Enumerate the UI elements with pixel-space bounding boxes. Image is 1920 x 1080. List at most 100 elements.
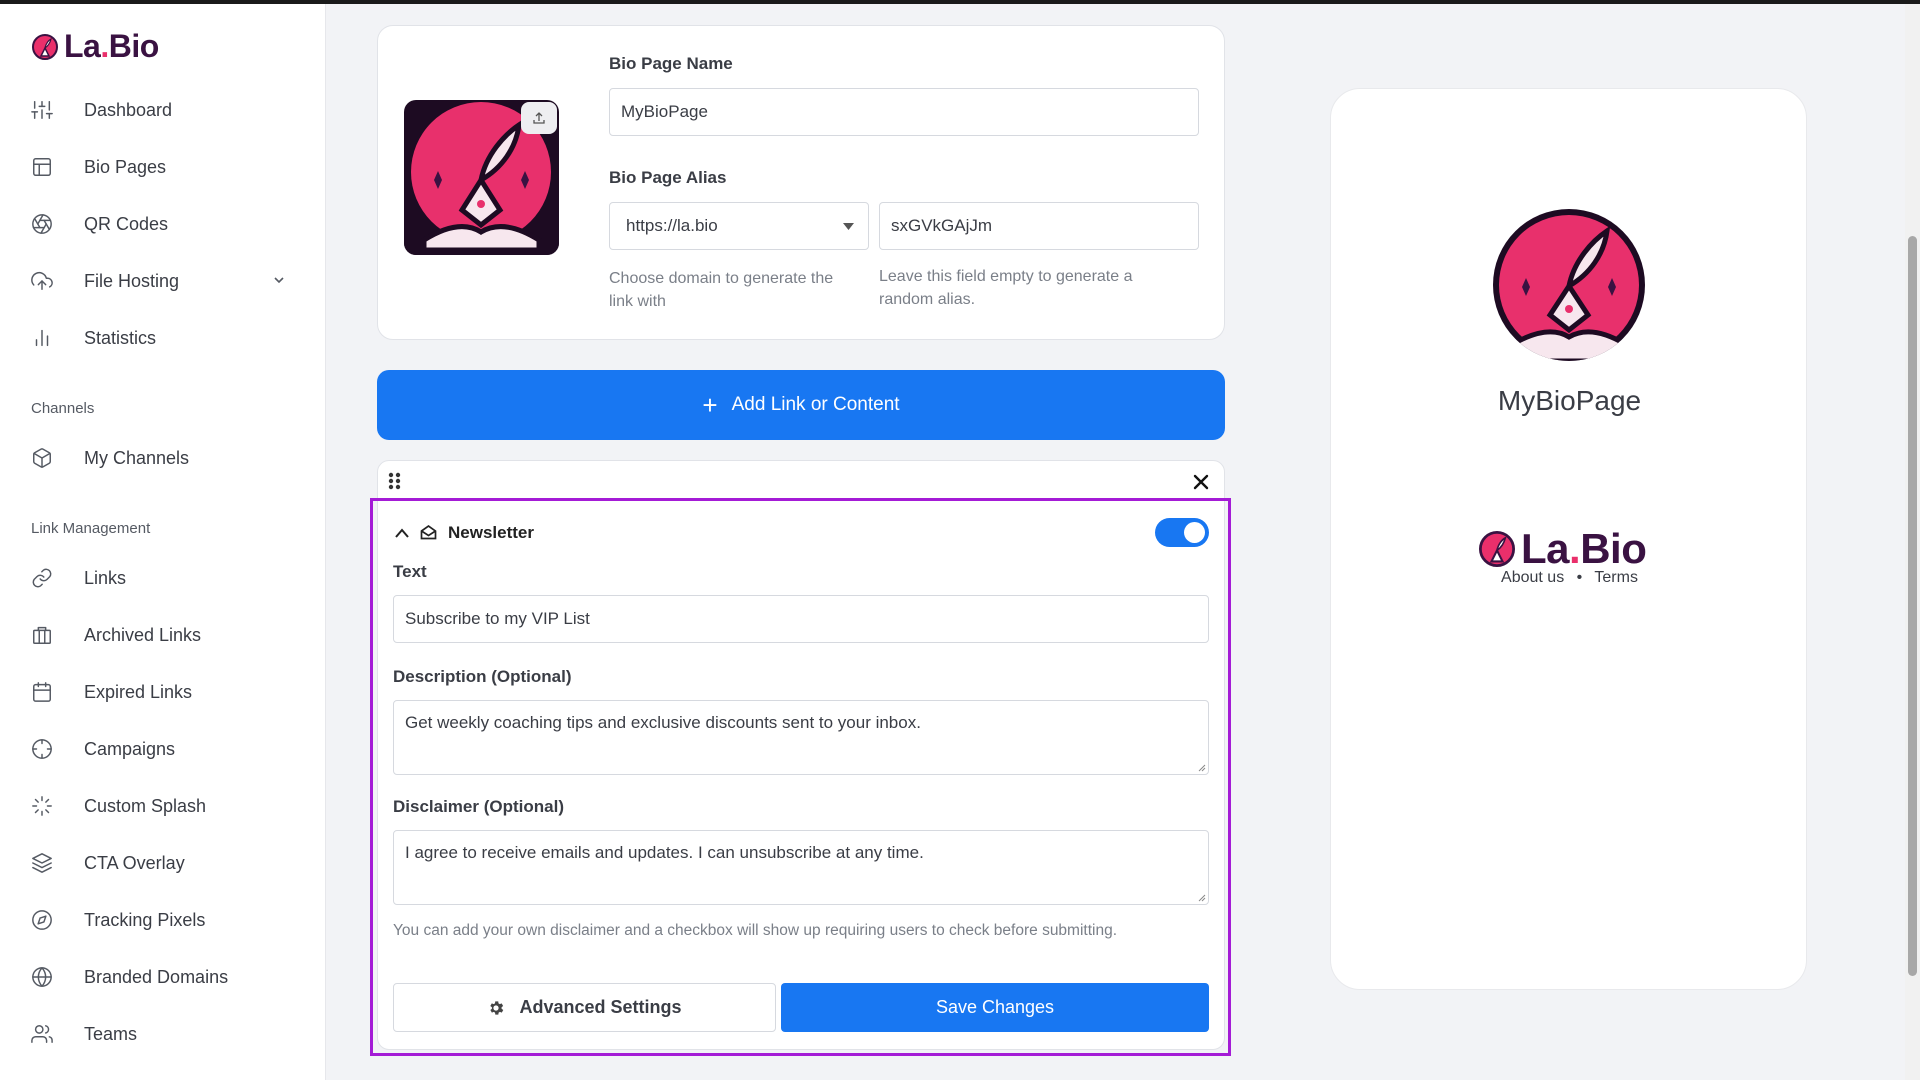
sidebar-item-label: Campaigns xyxy=(84,738,176,759)
advanced-settings-button[interactable]: Advanced Settings xyxy=(393,983,776,1032)
sidebar-item-label: My Channels xyxy=(84,447,190,468)
block-enable-toggle[interactable] xyxy=(1155,518,1209,547)
preview-avatar xyxy=(1493,209,1645,361)
sidebar-item-archived-links[interactable]: Archived Links xyxy=(30,615,300,655)
preview-avatar-image xyxy=(1499,215,1639,361)
labio-logo-icon xyxy=(32,33,58,60)
description-value: Get weekly coaching tips and exclusive d… xyxy=(405,713,921,732)
layers-icon xyxy=(30,851,54,875)
sidebar-item-statistics[interactable]: Statistics xyxy=(30,318,300,358)
sidebar-item-label: Branded Domains xyxy=(84,966,229,987)
sidebar-item-label: Expired Links xyxy=(84,681,193,702)
channels-heading: Channels xyxy=(31,400,95,417)
preview-brand-name: La.Bio xyxy=(1521,525,1647,572)
domain-hint: Choose domain to generate the link with xyxy=(609,270,834,310)
sidebar-item-label: Teams xyxy=(84,1023,138,1044)
drag-handle-icon[interactable] xyxy=(388,472,402,490)
alias-value: sxGVkGAjJm xyxy=(891,216,993,235)
plus-icon: + xyxy=(702,389,718,420)
disclaimer-textarea[interactable]: I agree to receive emails and updates. I… xyxy=(393,830,1209,905)
description-label: Description (Optional) xyxy=(393,667,572,686)
add-link-label: Add Link or Content xyxy=(731,394,900,415)
link-management-heading: Link Management xyxy=(31,520,151,537)
brand-logo[interactable]: La.Bio xyxy=(32,28,159,65)
disclaimer-label: Disclaimer (Optional) xyxy=(393,797,564,816)
sidebar-item-qr-codes[interactable]: QR Codes xyxy=(30,204,300,244)
users-icon xyxy=(30,1022,54,1046)
resize-grip-icon[interactable] xyxy=(1196,762,1206,772)
upload-icon xyxy=(533,112,545,124)
calendar-icon xyxy=(30,680,54,704)
sidebar-item-custom-splash[interactable]: Custom Splash xyxy=(30,786,300,826)
sidebar-item-file-hosting[interactable]: File Hosting xyxy=(30,261,300,301)
sidebar-item-bio-pages[interactable]: Bio Pages xyxy=(30,147,300,187)
sidebar-item-my-channels[interactable]: My Channels xyxy=(30,438,300,478)
sidebar-item-tracking-pixels[interactable]: Tracking Pixels xyxy=(30,900,300,940)
sidebar-item-label: Links xyxy=(84,567,127,588)
disclaimer-hint: You can add your own disclaimer and a ch… xyxy=(393,922,1118,939)
sidebar-item-label: File Hosting xyxy=(84,270,180,291)
bio-alias-label: Bio Page Alias xyxy=(609,168,727,187)
upload-avatar-button[interactable] xyxy=(521,102,557,134)
sidebar-item-label: Archived Links xyxy=(84,624,202,645)
sidebar-item-label: Dashboard xyxy=(84,99,173,120)
gear-icon xyxy=(490,1000,504,1015)
preview-page-name: MyBioPage xyxy=(1497,385,1642,416)
bio-name-value: MyBioPage xyxy=(621,102,708,121)
close-icon[interactable] xyxy=(1193,474,1209,490)
domain-select-value: https://la.bio xyxy=(626,216,718,235)
bio-name-input[interactable]: MyBioPage xyxy=(609,88,1199,136)
selection-highlight xyxy=(370,498,1231,1056)
sidebar-item-label: Bio Pages xyxy=(84,156,167,177)
sidebar-item-label: Statistics xyxy=(84,327,157,348)
sidebar-item-label: CTA Overlay xyxy=(84,852,185,873)
dropdown-caret-icon xyxy=(843,223,854,230)
aperture-icon xyxy=(30,212,54,236)
bio-avatar xyxy=(404,100,559,255)
sidebar-item-teams[interactable]: Teams xyxy=(30,1014,300,1054)
save-changes-button[interactable]: Save Changes xyxy=(781,983,1209,1032)
block-title: Newsletter xyxy=(448,523,534,542)
upload-cloud-icon xyxy=(30,269,54,293)
sidebar-item-label: Tracking Pixels xyxy=(84,909,206,930)
sidebar-item-dashboard[interactable]: Dashboard xyxy=(30,90,300,130)
scrollbar-thumb[interactable] xyxy=(1908,236,1917,976)
footer-separator: • xyxy=(1576,569,1583,586)
collapse-icon[interactable] xyxy=(394,526,410,538)
disclaimer-value: I agree to receive emails and updates. I… xyxy=(405,843,924,862)
about-us-link[interactable]: About us xyxy=(1501,569,1564,586)
resize-grip-icon[interactable] xyxy=(1196,892,1206,902)
sidebar-item-branded-domains[interactable]: Branded Domains xyxy=(30,957,300,997)
add-link-button[interactable]: + Add Link or Content xyxy=(377,370,1225,440)
bar-chart-icon xyxy=(30,326,54,350)
preview-footer: About us • Terms xyxy=(1331,569,1808,587)
save-changes-label: Save Changes xyxy=(935,997,1055,1017)
text-value: Subscribe to my VIP List xyxy=(405,609,590,628)
brand-name: La.Bio xyxy=(64,28,159,64)
box-icon xyxy=(30,446,54,470)
labio-logo-icon xyxy=(1479,531,1515,567)
text-input[interactable]: Subscribe to my VIP List xyxy=(393,595,1209,643)
globe-icon xyxy=(30,965,54,989)
advanced-settings-label: Advanced Settings xyxy=(519,997,682,1017)
domain-select[interactable]: https://la.bio xyxy=(609,202,869,250)
sidebar-item-campaigns[interactable]: Campaigns xyxy=(30,729,300,769)
sidebar-item-label: Custom Splash xyxy=(84,795,207,816)
sidebar-item-links[interactable]: Links xyxy=(30,558,300,598)
description-textarea[interactable]: Get weekly coaching tips and exclusive d… xyxy=(393,700,1209,775)
envelope-open-icon xyxy=(420,524,437,540)
text-label: Text xyxy=(393,562,427,581)
preview-brand-logo[interactable]: La.Bio xyxy=(1479,525,1647,573)
chevron-down-icon[interactable] xyxy=(272,273,286,287)
sidebar-item-expired-links[interactable]: Expired Links xyxy=(30,672,300,712)
sidebar-item-cta-overlay[interactable]: CTA Overlay xyxy=(30,843,300,883)
alias-input[interactable]: sxGVkGAjJm xyxy=(879,202,1199,250)
compass-icon xyxy=(30,908,54,932)
loader-icon xyxy=(30,794,54,818)
alias-hint: Leave this field empty to generate a ran… xyxy=(879,268,1133,308)
link-icon xyxy=(30,566,54,590)
layout-icon xyxy=(30,155,54,179)
toggle-knob xyxy=(1184,522,1205,543)
crosshair-icon xyxy=(30,737,54,761)
terms-link[interactable]: Terms xyxy=(1594,569,1638,586)
